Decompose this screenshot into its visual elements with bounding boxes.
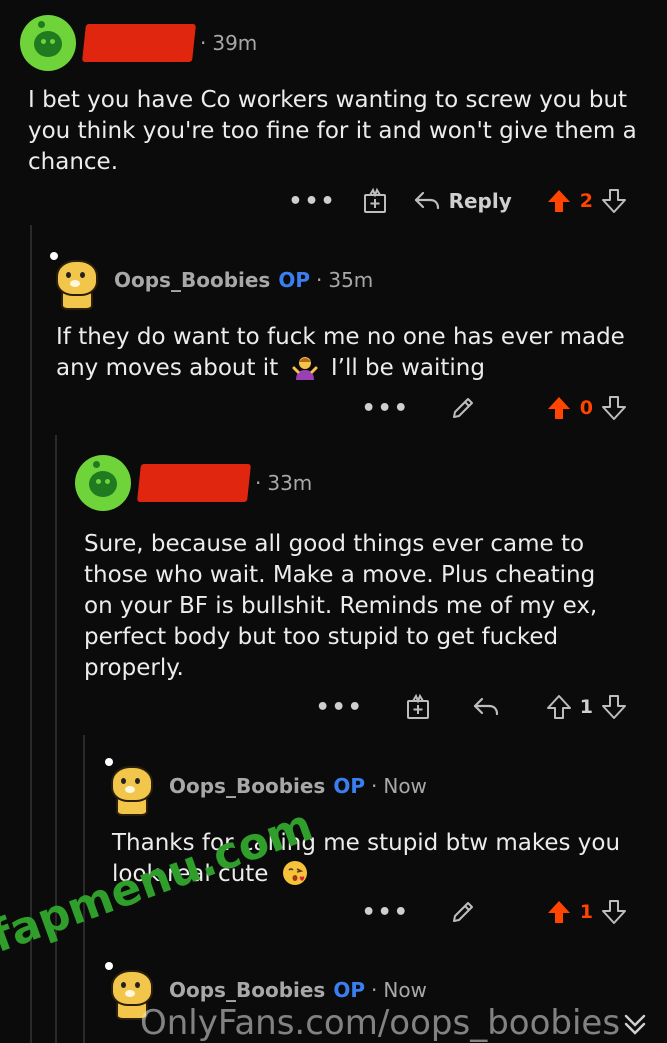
comment-time: 33m (267, 471, 313, 495)
award-icon[interactable] (361, 187, 389, 215)
redacted-username (137, 464, 251, 502)
avatar[interactable] (103, 758, 159, 816)
comment-time: Now (383, 978, 427, 1002)
comment-actions: ••• 1 (292, 687, 627, 727)
thread-line[interactable] (55, 435, 57, 1043)
reply-button[interactable]: Reply (413, 189, 512, 213)
reply-arrow-icon (473, 697, 498, 716)
comment-header: Oops_Boobies OP · Now (103, 758, 427, 816)
upvote-arrow-icon[interactable] (546, 395, 572, 421)
reply-label: Reply (448, 189, 512, 213)
downvote-arrow-icon[interactable] (601, 899, 627, 925)
award-icon[interactable] (404, 693, 432, 721)
username[interactable]: Oops_Boobies (169, 978, 325, 1002)
pencil-icon[interactable] (450, 899, 476, 925)
bottom-watermark: OnlyFans.com/oops_boobies (140, 1003, 621, 1043)
shrug-emoji-icon (292, 354, 318, 380)
op-badge: OP (278, 268, 310, 292)
vote-controls: 1 (546, 694, 627, 720)
separator-dot: · (200, 31, 207, 55)
kiss-emoji-icon (282, 860, 308, 886)
reply-arrow-icon (414, 191, 439, 210)
upvote-arrow-icon[interactable] (546, 694, 572, 720)
comment-header: · 39m (20, 15, 257, 71)
comment-header: Oops_Boobies OP · 35m (48, 252, 374, 310)
comment-text: Sure, because all good things ever came … (84, 531, 598, 681)
separator-dot: · (371, 774, 378, 798)
downvote-arrow-icon[interactable] (601, 395, 627, 421)
upvote-arrow-icon[interactable] (546, 899, 572, 925)
vote-score: 1 (579, 901, 593, 923)
comment-header: · 33m (75, 455, 312, 511)
vote-score: 0 (579, 397, 593, 419)
comment-actions: ••• Reply 2 (264, 181, 627, 221)
comment-actions: ••• 1 (338, 892, 627, 932)
more-options-icon[interactable]: ••• (362, 396, 410, 421)
op-badge: OP (333, 978, 365, 1002)
vote-score: 1 (579, 696, 593, 718)
comment-text-part: I’ll be waiting (330, 355, 485, 381)
vote-controls: 1 (546, 899, 627, 925)
vote-controls: 0 (546, 395, 627, 421)
avatar[interactable] (48, 252, 104, 310)
username[interactable]: Oops_Boobies (169, 774, 325, 798)
avatar[interactable] (20, 15, 76, 71)
comment-time: 39m (212, 31, 258, 55)
upvote-arrow-icon[interactable] (546, 188, 572, 214)
pencil-icon[interactable] (450, 395, 476, 421)
separator-dot: · (255, 471, 262, 495)
op-badge: OP (333, 774, 365, 798)
downvote-arrow-icon[interactable] (601, 188, 627, 214)
reply-button[interactable] (472, 695, 500, 719)
vote-score: 2 (579, 190, 593, 212)
more-options-icon[interactable]: ••• (362, 900, 410, 925)
avatar[interactable] (75, 455, 131, 511)
separator-dot: · (371, 978, 378, 1002)
more-options-icon[interactable]: ••• (316, 695, 364, 720)
vote-controls: 2 (546, 188, 627, 214)
downvote-arrow-icon[interactable] (601, 694, 627, 720)
comment-text: I bet you have Co workers wanting to scr… (28, 87, 637, 175)
comment-text: If they do want to fuck me no one has ev… (56, 322, 647, 384)
chevron-down-icon[interactable] (621, 1008, 649, 1036)
comment-time: Now (383, 774, 427, 798)
username[interactable]: Oops_Boobies (114, 268, 270, 292)
separator-dot: · (316, 268, 323, 292)
comment-actions: ••• 0 (338, 388, 627, 428)
more-options-icon[interactable]: ••• (288, 189, 336, 214)
redacted-username (82, 24, 196, 62)
comment-time: 35m (328, 268, 374, 292)
